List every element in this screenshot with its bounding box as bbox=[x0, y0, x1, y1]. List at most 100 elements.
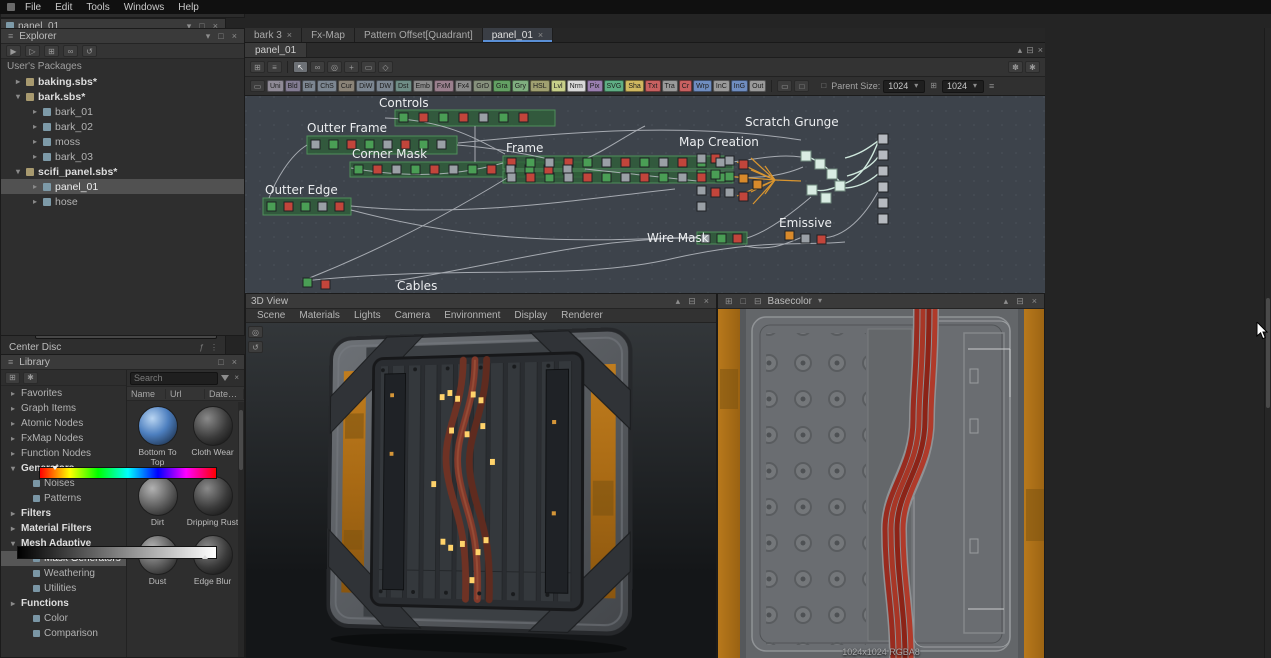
node-chip[interactable]: Wrp bbox=[693, 80, 712, 92]
tree-item[interactable]: ▸ moss bbox=[1, 134, 244, 149]
expand-icon[interactable]: ▸ bbox=[31, 137, 39, 146]
expand-icon[interactable]: ▸ bbox=[31, 197, 39, 206]
properties-scrollbar[interactable] bbox=[1264, 28, 1271, 658]
grid-icon[interactable]: ⊞ bbox=[250, 61, 265, 73]
library-item[interactable]: Dust bbox=[131, 535, 184, 587]
tree-item[interactable]: ▸ hose bbox=[1, 194, 244, 209]
menu-icon[interactable]: ≡ bbox=[6, 32, 15, 41]
3d-menu-item[interactable]: Environment bbox=[437, 310, 507, 321]
expand-icon[interactable]: ▸ bbox=[31, 152, 39, 161]
node-chip[interactable]: Blr bbox=[302, 80, 317, 92]
2d-viewport[interactable]: 1024x1024 RGBA8 bbox=[718, 309, 1044, 658]
close-icon[interactable]: × bbox=[230, 32, 239, 41]
pointer-tool-icon[interactable]: ↖ bbox=[293, 61, 308, 73]
play-icon[interactable]: ▶ bbox=[6, 45, 21, 57]
graph-tab[interactable]: panel_01 bbox=[245, 43, 307, 57]
material-preview-sphere[interactable] bbox=[193, 406, 233, 446]
comment-icon[interactable]: ▭ bbox=[777, 80, 792, 92]
close-icon[interactable]: × bbox=[1030, 297, 1039, 306]
collapse-icon[interactable]: ▴ bbox=[674, 297, 683, 306]
node-chip[interactable]: FxM bbox=[434, 80, 454, 92]
library-item[interactable]: Cloth Wear bbox=[186, 406, 239, 468]
library-category[interactable]: ▸ Functions bbox=[1, 596, 126, 611]
node-chip[interactable]: Gry bbox=[512, 80, 529, 92]
link-tool-icon[interactable]: ∞ bbox=[310, 61, 325, 73]
library-category[interactable]: ▸ Filters bbox=[1, 506, 126, 521]
lock-icon[interactable]: □ bbox=[819, 82, 828, 90]
node-graph-canvas[interactable]: Controls Outter Frame Corner Mask Frame … bbox=[245, 96, 1045, 293]
expand-icon[interactable]: ▸ bbox=[31, 182, 39, 191]
expand-icon[interactable]: ▸ bbox=[9, 524, 17, 533]
settings-icon[interactable]: ✱ bbox=[23, 372, 38, 384]
library-item[interactable]: Dirt bbox=[131, 476, 184, 528]
close-icon[interactable]: × bbox=[702, 297, 711, 306]
expand-icon[interactable]: ▾ bbox=[9, 539, 17, 548]
menu-item[interactable]: Edit bbox=[48, 0, 79, 14]
function-icon[interactable]: ƒ bbox=[199, 343, 205, 352]
node-chip[interactable]: GrD bbox=[473, 80, 492, 92]
tree-item[interactable]: ▸ bark_02 bbox=[1, 119, 244, 134]
material-preview-sphere[interactable] bbox=[193, 476, 233, 516]
document-tab[interactable]: bark 3 × bbox=[245, 28, 302, 42]
library-scrollbar[interactable] bbox=[238, 402, 244, 657]
node-chip[interactable]: Tra bbox=[662, 80, 678, 92]
play-outline-icon[interactable]: ▷ bbox=[25, 45, 40, 57]
node-chip[interactable]: DW bbox=[376, 80, 394, 92]
refresh-icon[interactable]: ↺ bbox=[82, 45, 97, 57]
library-category[interactable]: ▸ Function Nodes bbox=[1, 446, 126, 461]
library-category[interactable]: Comparison bbox=[1, 626, 126, 641]
expand-icon[interactable]: ▸ bbox=[9, 404, 17, 413]
material-flower-icon[interactable]: ✽ bbox=[1008, 61, 1023, 73]
3d-menu-item[interactable]: Scene bbox=[250, 310, 292, 321]
library-category[interactable]: Patterns bbox=[1, 491, 126, 506]
frame-icon[interactable]: □ bbox=[794, 80, 809, 92]
node-chip[interactable]: Cur bbox=[338, 80, 355, 92]
node-chip[interactable]: InC bbox=[713, 80, 730, 92]
node-chip[interactable]: InG bbox=[731, 80, 748, 92]
expand-icon[interactable]: ▸ bbox=[31, 122, 39, 131]
document-tab[interactable]: Pattern Offset[Quadrant] × bbox=[355, 28, 483, 42]
search-input[interactable] bbox=[130, 372, 218, 385]
library-item[interactable]: Edge Blur bbox=[186, 535, 239, 587]
expand-icon[interactable]: ▸ bbox=[9, 419, 17, 428]
snapshot-icon[interactable]: ◇ bbox=[378, 61, 393, 73]
node-chip[interactable]: HSL bbox=[530, 80, 550, 92]
clear-icon[interactable]: × bbox=[232, 374, 241, 382]
document-tab[interactable]: panel_01 × bbox=[483, 28, 553, 42]
node-chip[interactable]: SVG bbox=[604, 80, 625, 92]
node-chip[interactable]: Bld bbox=[285, 80, 301, 92]
collapse-icon[interactable]: ▴ bbox=[1002, 297, 1011, 306]
node-chip[interactable]: Fx4 bbox=[455, 80, 473, 92]
material-preview-sphere[interactable] bbox=[138, 406, 178, 446]
menu-item[interactable]: File bbox=[18, 0, 48, 14]
tree-item[interactable]: ▾ bark.sbs* bbox=[1, 89, 244, 104]
camera-icon[interactable]: ◎ bbox=[248, 326, 263, 338]
expand-icon[interactable]: ▸ bbox=[9, 449, 17, 458]
library-category[interactable]: Utilities bbox=[1, 581, 126, 596]
3d-menu-item[interactable]: Renderer bbox=[554, 310, 610, 321]
float-icon[interactable]: □ bbox=[216, 32, 225, 41]
expand-icon[interactable]: ▸ bbox=[9, 434, 17, 443]
3d-menu-item[interactable]: Camera bbox=[388, 310, 438, 321]
tree-item[interactable]: ▸ baking.sbs* bbox=[1, 74, 244, 89]
3d-menu-item[interactable]: Display bbox=[507, 310, 554, 321]
3d-menu-item[interactable]: Materials bbox=[292, 310, 347, 321]
tiling-icon[interactable]: □ bbox=[739, 297, 748, 306]
expand-icon[interactable]: ▸ bbox=[9, 509, 17, 518]
roughness-gradient-slider[interactable] bbox=[17, 546, 217, 559]
library-category[interactable]: ▸ FxMap Nodes bbox=[1, 431, 126, 446]
library-category[interactable]: ▸ Atomic Nodes bbox=[1, 416, 126, 431]
comment-tool-icon[interactable]: ▭ bbox=[361, 61, 376, 73]
document-tab[interactable]: Fx-Map × bbox=[302, 28, 355, 42]
close-icon[interactable]: × bbox=[1036, 46, 1045, 55]
size-multiplier-select[interactable]: 1024 ▾ bbox=[942, 80, 984, 93]
column-header[interactable]: Url bbox=[166, 389, 205, 399]
hue-slider[interactable] bbox=[39, 467, 217, 479]
expand-icon[interactable]: ▸ bbox=[9, 389, 17, 398]
menu-icon[interactable]: ≡ bbox=[987, 82, 996, 91]
float-icon[interactable]: □ bbox=[216, 358, 225, 367]
column-header[interactable]: Name bbox=[127, 389, 166, 399]
pin-icon[interactable]: ▾ bbox=[204, 32, 213, 41]
grid-view-icon[interactable]: ⊞ bbox=[5, 372, 20, 384]
3d-menu-item[interactable]: Lights bbox=[347, 310, 388, 321]
